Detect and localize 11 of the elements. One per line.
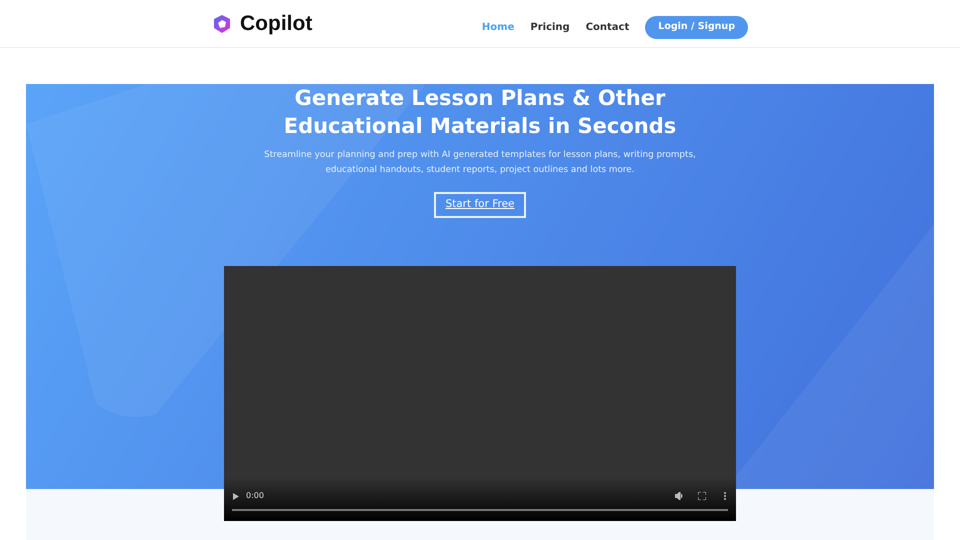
nav-link[interactable]: Contact	[586, 20, 630, 35]
video-player[interactable]: 0:00	[224, 266, 736, 521]
play-icon[interactable]	[233, 493, 239, 500]
fullscreen-icon[interactable]	[698, 492, 706, 500]
video-time: 0:00	[246, 490, 264, 502]
hero-subtitle: Streamline your planning and prep with AI generated templates for lesson plans, writing prompts, educational handouts, student reports, project outlines and lots more.	[263, 149, 697, 177]
nav-link[interactable]: Pricing	[530, 20, 570, 35]
volume-icon[interactable]	[675, 492, 684, 500]
hero-title: Generate Lesson Plans & Other Educational Materials in Seconds	[282, 85, 678, 140]
brand-name[interactable]: Copilot	[240, 8, 312, 40]
logo-icon	[212, 14, 232, 34]
